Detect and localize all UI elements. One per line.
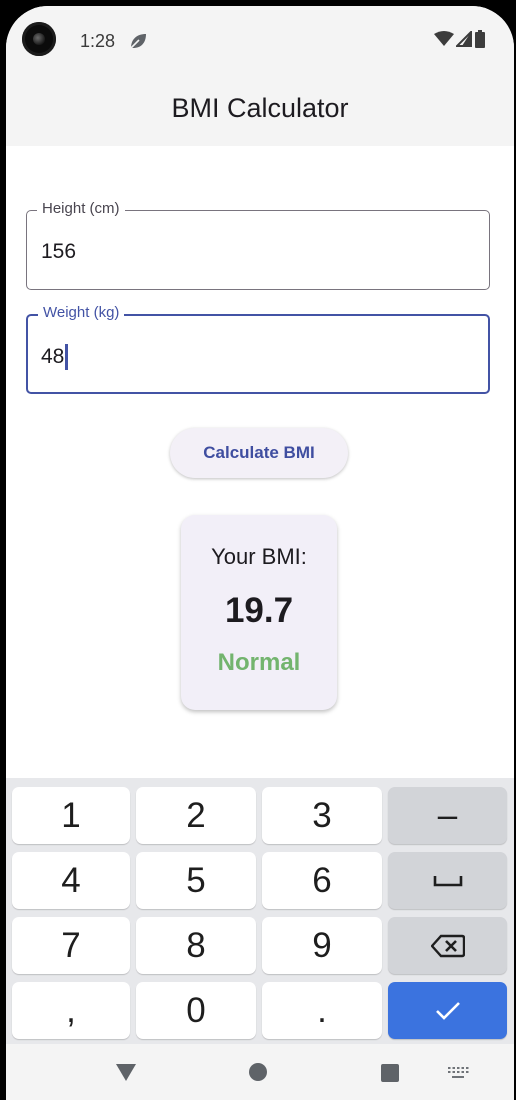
key-3[interactable]: 3 (262, 787, 382, 844)
nav-home-button[interactable] (247, 1061, 269, 1083)
key-1[interactable]: 1 (12, 787, 130, 844)
leaf-icon (130, 34, 146, 49)
key-minus[interactable]: – (388, 787, 507, 844)
recents-square-icon (381, 1064, 399, 1082)
nav-back-button[interactable] (114, 1060, 138, 1084)
calculate-bmi-button[interactable]: Calculate BMI (170, 428, 348, 478)
keyboard-switch-icon (448, 1067, 469, 1078)
weight-input[interactable]: 48 (41, 344, 68, 370)
key-4[interactable]: 4 (12, 852, 130, 909)
bmi-value: 19.7 (224, 591, 294, 630)
text-cursor (65, 344, 68, 370)
phone-screen: 1:28 BMI Calculator Height (cm) 156 Weig… (6, 6, 514, 1100)
weight-field[interactable]: Weight (kg) 48 (26, 304, 490, 394)
height-input[interactable]: 156 (41, 240, 76, 264)
bmi-category: Normal (217, 649, 301, 676)
key-backspace[interactable] (388, 917, 507, 974)
weight-value: 48 (41, 345, 65, 368)
result-label: Your BMI: (211, 544, 307, 569)
key-6[interactable]: 6 (262, 852, 382, 909)
height-label: Height (cm) (37, 200, 125, 217)
key-done[interactable] (388, 982, 507, 1039)
result-card: Your BMI: 19.7 Normal (181, 515, 337, 710)
status-time: 1:28 (80, 31, 116, 51)
back-triangle-icon (116, 1064, 136, 1081)
key-space[interactable] (388, 852, 507, 909)
key-period[interactable]: . (262, 982, 382, 1039)
key-comma[interactable]: , (12, 982, 130, 1039)
key-9[interactable]: 9 (262, 917, 382, 974)
key-2[interactable]: 2 (136, 787, 256, 844)
system-icons (434, 30, 486, 48)
backspace-icon (430, 934, 465, 957)
key-0[interactable]: 0 (136, 982, 256, 1039)
weight-label: Weight (kg) (38, 304, 125, 321)
numeric-keyboard: 1 2 3 – 4 5 6 7 8 9 , 0 . (6, 778, 514, 1044)
keyboard-switch-button[interactable] (446, 1065, 470, 1081)
nav-recents-button[interactable] (379, 1062, 401, 1084)
key-8[interactable]: 8 (136, 917, 256, 974)
page-title: BMI Calculator (171, 92, 349, 123)
wifi-icon (434, 31, 454, 46)
app-bar: BMI Calculator (6, 76, 514, 146)
checkmark-icon (435, 1001, 460, 1020)
space-icon (433, 875, 462, 886)
calculate-bmi-label: Calculate BMI (203, 443, 315, 462)
height-value: 156 (41, 240, 77, 263)
navigation-bar (6, 1044, 514, 1100)
home-circle-icon (249, 1063, 267, 1081)
status-bar: 1:28 (6, 6, 514, 76)
key-7[interactable]: 7 (12, 917, 130, 974)
key-5[interactable]: 5 (136, 852, 256, 909)
height-field[interactable]: Height (cm) 156 (26, 200, 490, 290)
front-camera (22, 22, 56, 56)
battery-icon (475, 30, 485, 48)
cellular-signal-icon (456, 31, 472, 47)
